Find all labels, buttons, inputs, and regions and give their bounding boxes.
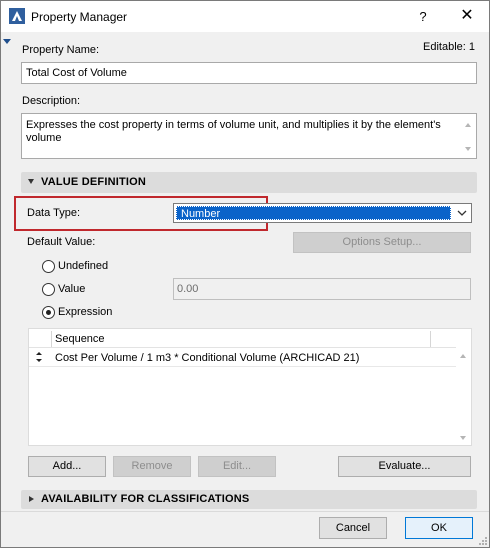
list-header: Sequence [29, 329, 456, 348]
radio-undefined-label[interactable]: Undefined [58, 260, 108, 272]
list-item-text: Cost Per Volume / 1 m3 * Conditional Vol… [55, 352, 360, 364]
edit-button[interactable]: Edit... [198, 456, 276, 477]
data-type-select[interactable]: Number [173, 203, 472, 223]
default-value-label: Default Value: [27, 236, 96, 248]
sequence-column-header[interactable]: Sequence [55, 333, 105, 345]
description-text: Expresses the cost property in terms of … [26, 119, 441, 144]
scroll-down-icon[interactable] [460, 436, 466, 440]
options-setup-button[interactable]: Options Setup... [293, 232, 471, 253]
description-scrollbar[interactable] [461, 114, 476, 158]
resize-grip-icon[interactable] [477, 535, 487, 545]
default-value-field: 0.00 [173, 278, 471, 300]
add-button[interactable]: Add... [28, 456, 106, 477]
expression-list[interactable]: Sequence Cost Per Volume / 1 m3 * Condit… [28, 328, 472, 446]
property-name-field[interactable]: Total Cost of Volume [21, 62, 477, 84]
property-manager-dialog: Property Manager ? ✕ Property Name: Edit… [0, 0, 490, 548]
archicad-app-icon [9, 8, 25, 24]
description-field[interactable]: Expresses the cost property in terms of … [21, 113, 477, 159]
radio-expression[interactable] [42, 306, 55, 319]
data-type-label: Data Type: [27, 207, 80, 219]
radio-undefined[interactable] [42, 260, 55, 273]
window-title: Property Manager [31, 10, 128, 24]
column-divider[interactable] [51, 331, 52, 347]
editable-count-label: Editable: 1 [423, 41, 475, 53]
radio-expression-label[interactable]: Expression [58, 306, 112, 318]
side-panel-arrow-icon[interactable] [3, 39, 11, 44]
availability-title: AVAILABILITY FOR CLASSIFICATIONS [41, 493, 250, 505]
radio-value[interactable] [42, 283, 55, 296]
list-scrollbar[interactable] [455, 348, 471, 445]
footer-divider [1, 511, 489, 512]
chevron-down-icon [457, 208, 467, 221]
scroll-up-icon[interactable] [465, 123, 471, 127]
collapse-arrow-icon [28, 179, 34, 184]
scroll-up-icon[interactable] [460, 354, 466, 358]
title-bar[interactable]: Property Manager ? ✕ [1, 1, 489, 32]
reorder-handle-icon[interactable] [35, 350, 43, 367]
description-label: Description: [22, 95, 81, 107]
close-button[interactable]: ✕ [449, 1, 485, 32]
scroll-down-icon[interactable] [465, 147, 471, 151]
value-definition-title: VALUE DEFINITION [41, 176, 147, 188]
remove-button[interactable]: Remove [113, 456, 191, 477]
property-name-label: Property Name: [22, 44, 100, 56]
cancel-button[interactable]: Cancel [319, 517, 387, 539]
evaluate-button[interactable]: Evaluate... [338, 456, 471, 477]
list-item[interactable]: Cost Per Volume / 1 m3 * Conditional Vol… [29, 349, 456, 367]
value-definition-header[interactable]: VALUE DEFINITION [21, 172, 477, 193]
radio-value-label[interactable]: Value [58, 283, 85, 295]
help-button[interactable]: ? [406, 1, 440, 32]
expand-arrow-icon [29, 496, 34, 502]
column-divider[interactable] [430, 331, 431, 347]
ok-button[interactable]: OK [405, 517, 473, 539]
data-type-selected-value: Number [176, 206, 451, 220]
availability-header[interactable]: AVAILABILITY FOR CLASSIFICATIONS [21, 490, 477, 509]
